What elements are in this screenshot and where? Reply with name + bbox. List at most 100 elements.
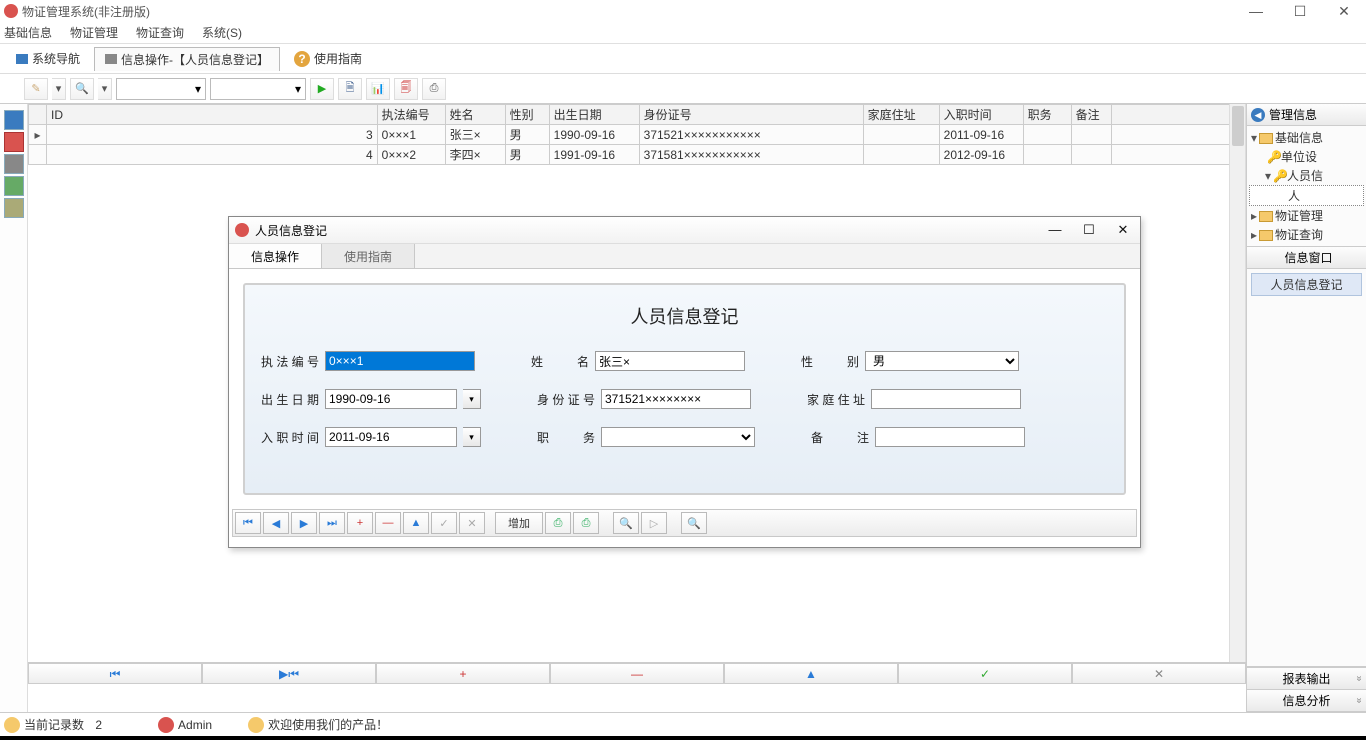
btn-play[interactable]: ▷ — [641, 512, 667, 534]
dialog-maximize[interactable]: ☐ — [1072, 217, 1106, 243]
input-name[interactable] — [595, 351, 745, 371]
dialog-titlebar[interactable]: 人员信息登记 — ☐ ✕ — [229, 217, 1140, 243]
tree-node-evidence-query[interactable]: 物证查询 — [1275, 228, 1323, 242]
tree-node-person-leaf[interactable]: 人 — [1288, 189, 1300, 203]
minimize-button[interactable]: — — [1234, 0, 1278, 22]
dialog-tab-help[interactable]: 使用指南 — [322, 244, 415, 268]
rec-prev[interactable]: ◀ — [263, 512, 289, 534]
dialog-icon — [235, 223, 249, 237]
accordion: 报表输出 信息分析 — [1247, 667, 1366, 712]
tab-help[interactable]: ?使用指南 — [284, 47, 372, 70]
dialog-minimize[interactable]: — — [1038, 217, 1072, 243]
filter-value-combo[interactable]: ▾ — [210, 78, 306, 100]
col-addr[interactable]: 家庭住址 — [863, 105, 939, 125]
nav-cancel[interactable]: ✕ — [1072, 663, 1246, 684]
menu-evidence-manage[interactable]: 物证管理 — [70, 24, 118, 41]
input-sex[interactable]: 男 — [865, 351, 1019, 371]
bottom-strip — [0, 736, 1366, 740]
input-addr[interactable] — [871, 389, 1021, 409]
side-icon-5[interactable] — [4, 198, 24, 218]
filter-field-combo[interactable]: ▾ — [116, 78, 206, 100]
nav-prev[interactable]: ▶⏮ — [202, 663, 376, 684]
nav-add[interactable]: + — [376, 663, 550, 684]
tool-print[interactable] — [422, 78, 446, 100]
lbl-birth: 出生日期 — [261, 391, 319, 408]
input-hire[interactable] — [325, 427, 457, 447]
accordion-report[interactable]: 报表输出 — [1247, 668, 1366, 690]
col-code[interactable]: 执法编号 — [377, 105, 445, 125]
rec-cancel[interactable]: ✕ — [459, 512, 485, 534]
tool-doc[interactable] — [338, 78, 362, 100]
btn-add[interactable]: 增加 — [495, 512, 543, 534]
side-icon-1[interactable] — [4, 110, 24, 130]
tree-node-evidence-manage[interactable]: 物证管理 — [1275, 209, 1323, 223]
nav-first[interactable]: ⏮ — [28, 663, 202, 684]
rec-ok[interactable]: ✓ — [431, 512, 457, 534]
rec-first[interactable]: ⏮ — [235, 512, 261, 534]
tab-info-ops[interactable]: 信息操作-【人员信息登记】 — [94, 47, 280, 71]
col-id[interactable]: ID — [47, 105, 378, 125]
dialog-close[interactable]: ✕ — [1106, 217, 1140, 243]
dialog-toolbar: ⏮ ◀ ▶ ⏭ + — ▲ ✓ ✕ 增加 ⎙ ⎙ 🔍 ▷ 🔍 — [232, 509, 1137, 537]
tab-system-nav[interactable]: 系统导航 — [6, 47, 90, 70]
col-hire[interactable]: 入职时间 — [939, 105, 1023, 125]
input-job[interactable] — [601, 427, 755, 447]
col-sex[interactable]: 性别 — [505, 105, 549, 125]
rec-del[interactable]: — — [375, 512, 401, 534]
right-panel: ◀ 管理信息 ▾基础信息 🔑单位设 ▾🔑人员信 人 ▸物证管理 ▸物证查询 信息… — [1246, 104, 1366, 712]
input-idno[interactable] — [601, 389, 751, 409]
rec-next[interactable]: ▶ — [291, 512, 317, 534]
menu-basic-info[interactable]: 基础信息 — [4, 24, 52, 41]
hire-picker-btn[interactable]: ▾ — [463, 427, 481, 447]
tree-node-person[interactable]: 人员信 — [1287, 169, 1323, 183]
side-icon-2[interactable] — [4, 132, 24, 152]
maximize-button[interactable]: ☐ — [1278, 0, 1322, 22]
side-icon-4[interactable] — [4, 176, 24, 196]
close-button[interactable]: ✕ — [1322, 0, 1366, 22]
nav-delete[interactable]: — — [550, 663, 724, 684]
menu-evidence-query[interactable]: 物证查询 — [136, 24, 184, 41]
col-name2[interactable]: 姓名 — [445, 105, 505, 125]
tree-node-basic[interactable]: 基础信息 — [1275, 131, 1323, 145]
vertical-scrollbar[interactable] — [1229, 104, 1245, 662]
tool-run[interactable] — [310, 78, 334, 100]
btn-zoom[interactable]: 🔍 — [613, 512, 639, 534]
table-row[interactable]: 4 0×××2 李四× 男 1991-09-16 371581×××××××××… — [29, 145, 1246, 165]
rec-edit[interactable]: ▲ — [403, 512, 429, 534]
table-row[interactable]: ▸ 3 0×××1 张三× 男 1990-09-16 371521×××××××… — [29, 125, 1246, 145]
tool-chart[interactable] — [366, 78, 390, 100]
tool-search[interactable] — [70, 78, 94, 100]
tool-edit-drop[interactable]: ▾ — [52, 78, 66, 100]
status-welcome: 欢迎使用我们的产品！ — [268, 716, 388, 733]
btn-print-preview[interactable]: ⎙ — [573, 512, 599, 534]
data-grid[interactable]: ID 执法编号 姓名 性别 出生日期 身份证号 家庭住址 入职时间 职务 备注 … — [28, 104, 1245, 165]
input-birth[interactable] — [325, 389, 457, 409]
grid-header-row: ID 执法编号 姓名 性别 出生日期 身份证号 家庭住址 入职时间 职务 备注 — [29, 105, 1246, 125]
accordion-analysis[interactable]: 信息分析 — [1247, 690, 1366, 712]
btn-find[interactable]: 🔍 — [681, 512, 707, 534]
input-note[interactable] — [875, 427, 1025, 447]
tool-export[interactable] — [394, 78, 418, 100]
btn-print[interactable]: ⎙ — [545, 512, 571, 534]
rec-last[interactable]: ⏭ — [319, 512, 345, 534]
col-job[interactable]: 职务 — [1023, 105, 1071, 125]
col-note[interactable]: 备注 — [1071, 105, 1111, 125]
tree-node-unit[interactable]: 单位设 — [1281, 150, 1317, 164]
side-icon-3[interactable] — [4, 154, 24, 174]
tab-label: 使用指南 — [314, 50, 362, 67]
info-window-item[interactable]: 人员信息登记 — [1251, 273, 1362, 296]
rec-add[interactable]: + — [347, 512, 373, 534]
col-birth[interactable]: 出生日期 — [549, 105, 639, 125]
back-icon[interactable]: ◀ — [1251, 108, 1265, 122]
birth-picker-btn[interactable]: ▾ — [463, 389, 481, 409]
tool-edit[interactable] — [24, 78, 48, 100]
menu-system[interactable]: 系统(S) — [202, 24, 242, 41]
tab-label: 系统导航 — [32, 50, 80, 67]
col-idno[interactable]: 身份证号 — [639, 105, 863, 125]
tool-search-drop[interactable]: ▾ — [98, 78, 112, 100]
nav-ok[interactable]: ✓ — [898, 663, 1072, 684]
nav-up[interactable]: ▲ — [724, 663, 898, 684]
input-code[interactable] — [325, 351, 475, 371]
dialog-tab-ops[interactable]: 信息操作 — [229, 244, 322, 268]
nav-tree[interactable]: ▾基础信息 🔑单位设 ▾🔑人员信 人 ▸物证管理 ▸物证查询 — [1247, 126, 1366, 246]
